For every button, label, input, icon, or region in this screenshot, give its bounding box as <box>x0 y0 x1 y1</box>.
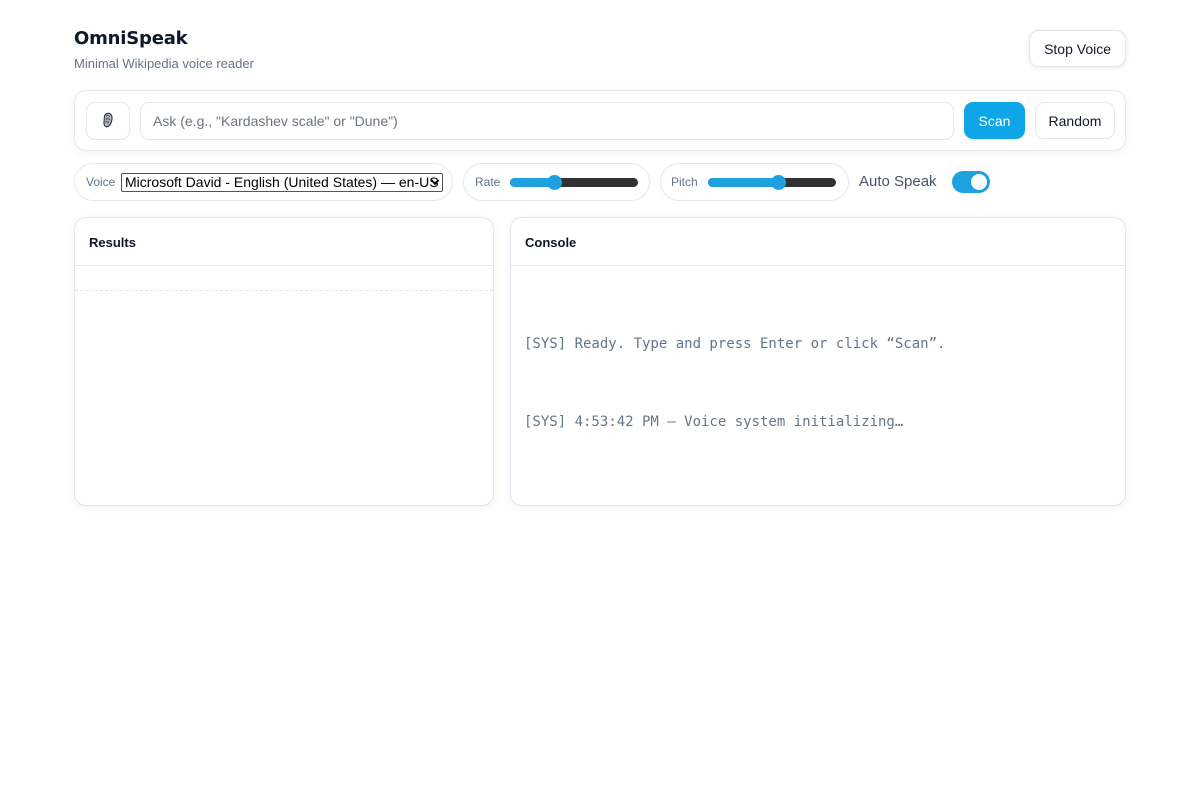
console-line: [SYS] Ready. Type and press Enter or cli… <box>524 336 946 352</box>
console-panel: Console [SYS] Ready. Type and press Ente… <box>510 217 1126 506</box>
random-button[interactable]: Random <box>1035 102 1115 139</box>
app-header: OmniSpeak Minimal Wikipedia voice reader… <box>74 28 1126 74</box>
rate-label: Rate <box>475 175 501 189</box>
stop-voice-button[interactable]: Stop Voice <box>1029 30 1126 67</box>
search-bar: Scan Random <box>74 90 1126 151</box>
rate-slider-thumb[interactable] <box>547 175 563 190</box>
pitch-slider-thumb[interactable] <box>770 175 786 190</box>
pitch-slider-fill <box>708 178 779 187</box>
auto-speak-label: Auto Speak <box>859 173 937 190</box>
results-title: Results <box>89 235 136 250</box>
results-header: Results <box>75 218 493 266</box>
app-subtitle: Minimal Wikipedia voice reader <box>74 56 254 71</box>
pitch-slider[interactable] <box>708 175 836 190</box>
search-input[interactable] <box>140 102 954 140</box>
rate-control: Rate <box>463 163 650 201</box>
voice-control: Voice Microsoft David - English (United … <box>74 163 453 201</box>
rate-slider[interactable] <box>510 175 638 190</box>
console-header: Console <box>511 218 1125 266</box>
app-title: OmniSpeak <box>74 28 188 49</box>
pitch-label: Pitch <box>671 175 698 189</box>
toggle-knob <box>971 174 987 190</box>
chevron-down-icon <box>430 174 440 191</box>
pitch-control: Pitch <box>660 163 849 201</box>
results-divider <box>75 290 493 291</box>
voice-select-value: Microsoft David - English (United States… <box>125 174 439 190</box>
auto-speak-toggle[interactable] <box>952 171 990 193</box>
microphone-icon <box>101 112 115 131</box>
console-log: [SYS] Ready. Type and press Enter or cli… <box>524 279 1112 487</box>
results-panel: Results <box>74 217 494 506</box>
voice-label: Voice <box>86 175 116 189</box>
console-line: [SYS] 4:53:42 PM — Voice system initiali… <box>524 414 904 430</box>
voice-select[interactable]: Microsoft David - English (United States… <box>121 173 443 192</box>
scan-button[interactable]: Scan <box>964 102 1025 139</box>
microphone-button[interactable] <box>86 102 130 140</box>
console-title: Console <box>525 235 577 250</box>
